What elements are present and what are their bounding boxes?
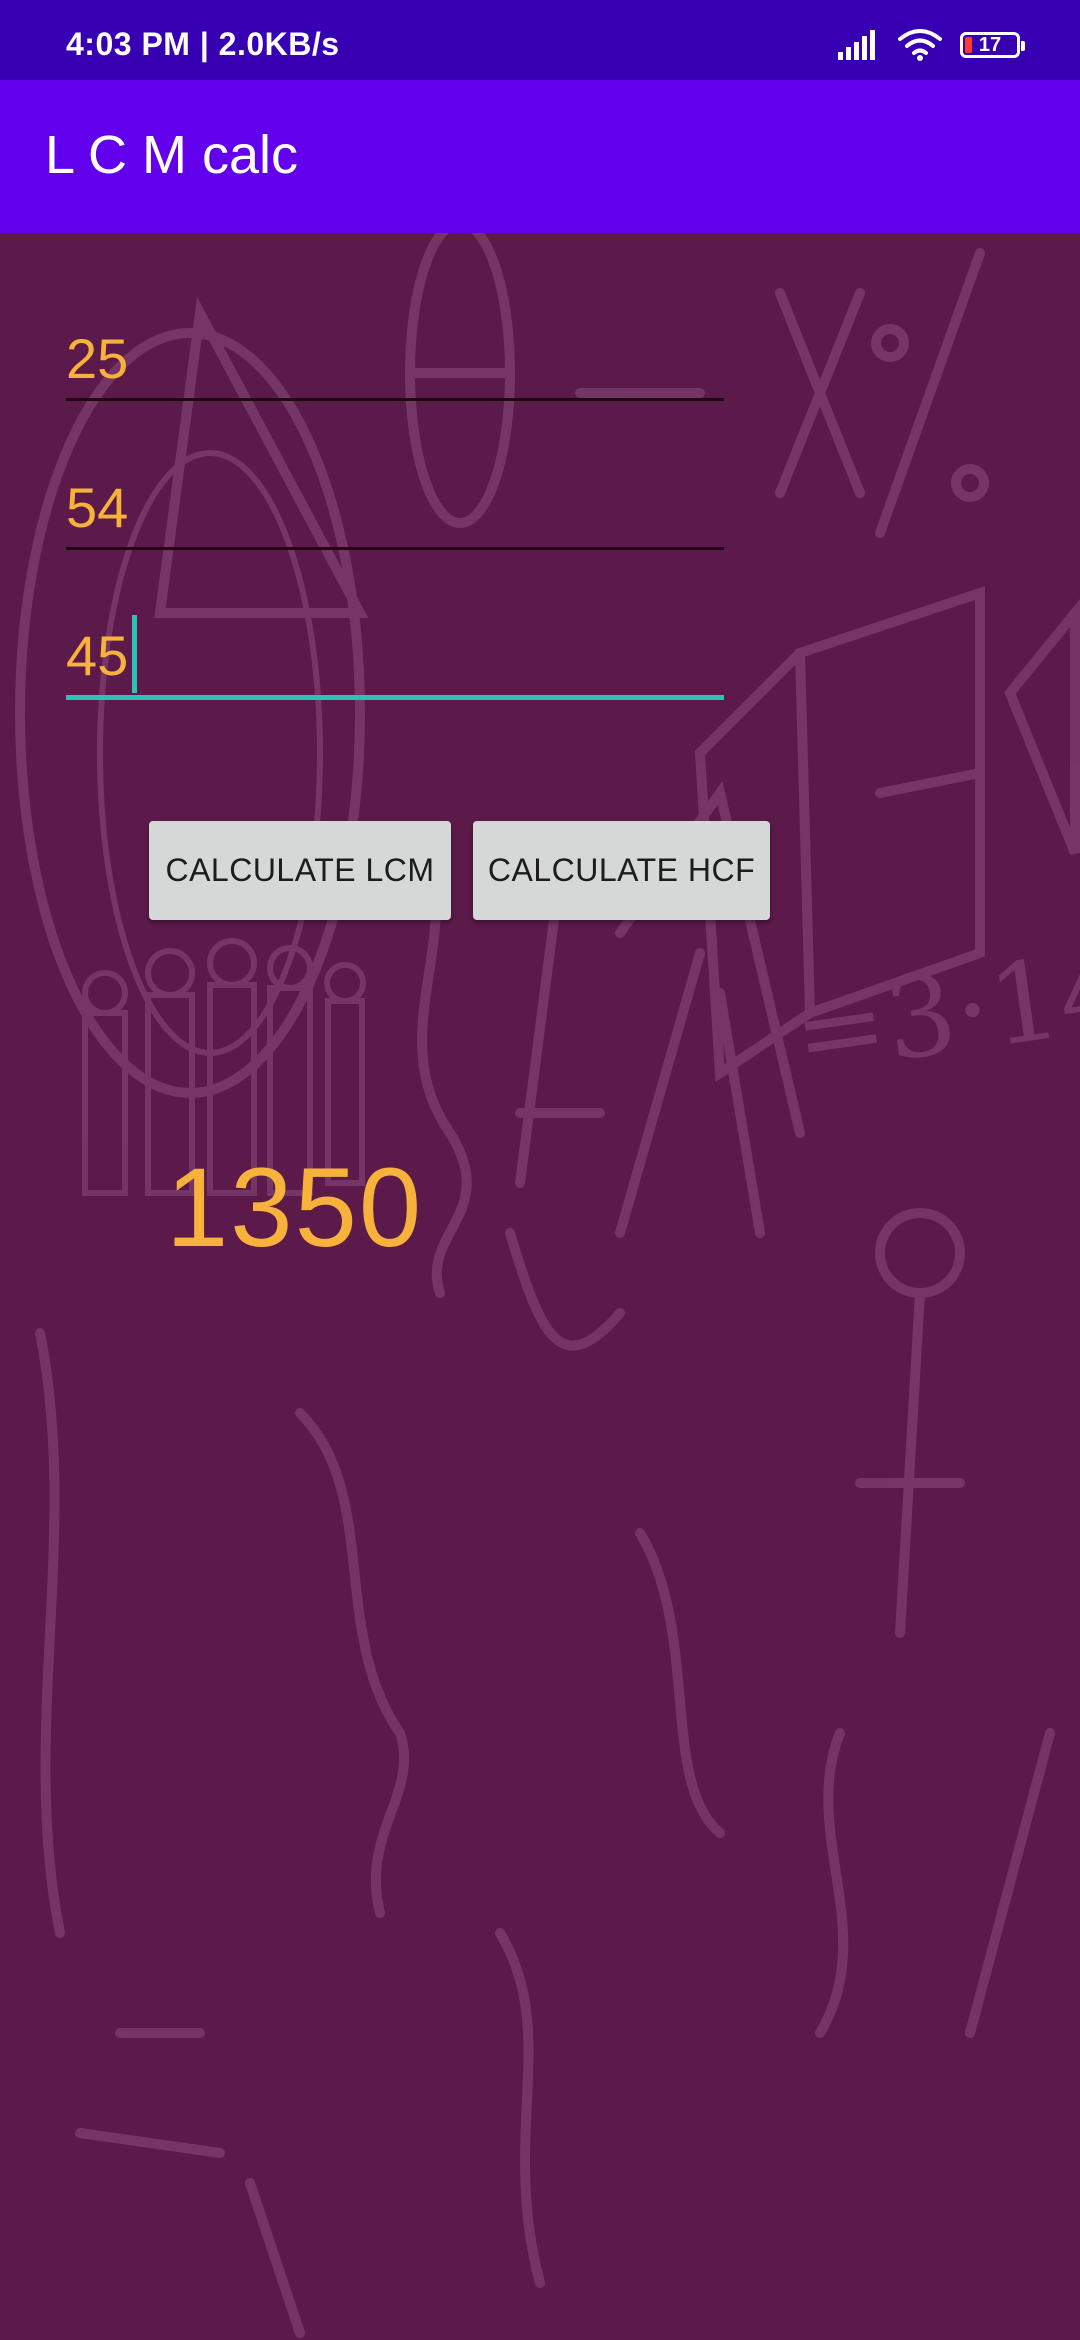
battery-percent: 17 [978,34,1002,56]
number-field-1 [66,318,724,401]
calculate-hcf-button[interactable]: CALCULATE HCF [473,821,770,920]
number-input-3[interactable] [66,615,724,695]
number-field-2 [66,467,724,550]
calculate-lcm-button[interactable]: CALCULATE LCM [149,821,451,920]
input-underline [66,398,724,401]
number-input-2[interactable] [66,467,724,547]
status-bar: 4:03 PM | 2.0KB/s 17 [0,0,1080,80]
battery-tip [1021,41,1025,51]
app-title: L C M calc [45,125,299,185]
text-cursor [132,615,137,693]
input-underline-focused [66,695,724,700]
signal-icon [838,30,875,60]
status-time: 4:03 PM | 2.0KB/s [66,26,340,62]
wifi-icon [898,29,942,61]
input-underline [66,547,724,550]
app-bar: L C M calc [0,80,1080,233]
app-screen: =3·1415 92 [0,0,1080,2340]
battery-level [965,37,972,53]
svg-text:=3·1415 92: =3·1415 92 [786,881,1080,1098]
result-value: 1350 [166,1145,424,1270]
number-input-1[interactable] [66,318,724,398]
status-icons: 17 [838,28,1025,62]
battery-icon: 17 [960,32,1025,58]
number-field-3 [66,615,724,700]
